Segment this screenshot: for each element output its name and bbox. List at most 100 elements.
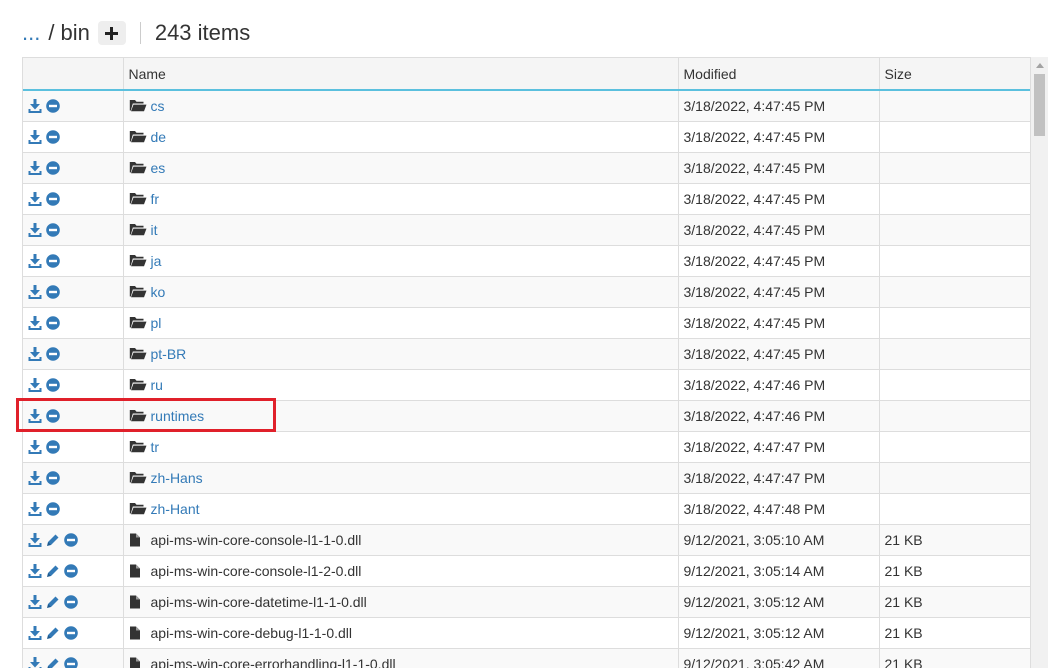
- download-icon: [28, 377, 41, 392]
- row-actions-cell: [23, 120, 123, 152]
- delete-button[interactable]: [45, 408, 60, 423]
- delete-button[interactable]: [45, 439, 60, 454]
- row-name-cell: fr: [122, 182, 678, 214]
- file-name-link[interactable]: api-ms-win-core-errorhandling-l1-1-0.dll: [151, 656, 396, 668]
- folder-name-link[interactable]: runtimes: [151, 408, 205, 424]
- download-button[interactable]: [27, 377, 42, 392]
- modified-column-header[interactable]: Modified: [677, 58, 879, 91]
- download-button[interactable]: [27, 253, 42, 268]
- minus-circle-icon: [45, 98, 60, 113]
- download-button[interactable]: [27, 563, 42, 578]
- delete-button[interactable]: [45, 98, 60, 113]
- download-button[interactable]: [27, 594, 42, 609]
- file-icon: [129, 626, 147, 640]
- folder-name-link[interactable]: cs: [151, 98, 165, 114]
- row-modified-cell: 3/18/2022, 4:47:45 PM: [677, 306, 879, 338]
- minus-circle-icon: [45, 284, 60, 299]
- folder-name-link[interactable]: ru: [151, 377, 163, 393]
- download-icon: [28, 253, 41, 268]
- row-modified-cell: 9/12/2021, 3:05:42 AM: [677, 647, 879, 668]
- add-button[interactable]: [97, 21, 126, 45]
- delete-button[interactable]: [45, 222, 60, 237]
- delete-button[interactable]: [45, 315, 60, 330]
- folder-name-link[interactable]: es: [151, 160, 166, 176]
- edit-button[interactable]: [45, 563, 60, 578]
- delete-button[interactable]: [45, 160, 60, 175]
- size-column-header[interactable]: Size: [878, 58, 1030, 91]
- file-name-link[interactable]: api-ms-win-core-console-l1-1-0.dll: [151, 532, 362, 548]
- file-table: Name Modified Size cs 3/18/2022, 4:47:45 …: [23, 58, 1030, 668]
- delete-button[interactable]: [63, 594, 78, 609]
- file-name-link[interactable]: api-ms-win-core-datetime-l1-1-0.dll: [151, 594, 367, 610]
- delete-button[interactable]: [63, 532, 78, 547]
- folder-open-icon: [129, 471, 147, 485]
- download-button[interactable]: [27, 408, 42, 423]
- file-name-link[interactable]: api-ms-win-core-console-l1-2-0.dll: [151, 563, 362, 579]
- folder-name-link[interactable]: fr: [151, 191, 160, 207]
- edit-button[interactable]: [45, 532, 60, 547]
- folder-name-link[interactable]: de: [151, 129, 167, 145]
- delete-button[interactable]: [45, 253, 60, 268]
- folder-name-link[interactable]: tr: [151, 439, 160, 455]
- name-wrapper: zh-Hant: [129, 501, 673, 517]
- folder-name-link[interactable]: zh-Hans: [151, 470, 203, 486]
- scrollbar-thumb[interactable]: [1034, 74, 1045, 136]
- scroll-up-button[interactable]: [1031, 57, 1048, 74]
- download-button[interactable]: [27, 160, 42, 175]
- folder-name-link[interactable]: it: [151, 222, 158, 238]
- delete-button[interactable]: [63, 625, 78, 640]
- row-actions: [27, 253, 118, 268]
- delete-button[interactable]: [45, 129, 60, 144]
- edit-button[interactable]: [45, 594, 60, 609]
- download-icon: [28, 98, 41, 113]
- edit-button[interactable]: [45, 656, 60, 668]
- row-modified-cell: 9/12/2021, 3:05:10 AM: [677, 523, 879, 555]
- download-button[interactable]: [27, 501, 42, 516]
- name-wrapper: de: [129, 129, 673, 145]
- vertical-scrollbar[interactable]: [1031, 57, 1048, 668]
- breadcrumb-parent-link[interactable]: ...: [22, 20, 40, 46]
- folder-name-link[interactable]: ja: [151, 253, 162, 269]
- folder-name-link[interactable]: ko: [151, 284, 166, 300]
- delete-button[interactable]: [63, 563, 78, 578]
- download-icon: [28, 222, 41, 237]
- row-size-cell: 21 KB: [878, 554, 1030, 586]
- row-actions: [27, 129, 118, 144]
- name-wrapper: ja: [129, 253, 673, 269]
- download-button[interactable]: [27, 98, 42, 113]
- download-button[interactable]: [27, 315, 42, 330]
- folder-name-link[interactable]: pt-BR: [151, 346, 187, 362]
- download-button[interactable]: [27, 346, 42, 361]
- delete-button[interactable]: [45, 377, 60, 392]
- folder-name-link[interactable]: pl: [151, 315, 162, 331]
- edit-button[interactable]: [45, 625, 60, 640]
- folder-name-link[interactable]: zh-Hant: [151, 501, 200, 517]
- download-button[interactable]: [27, 191, 42, 206]
- row-name-cell: pt-BR: [122, 337, 678, 369]
- row-modified-cell: 3/18/2022, 4:47:46 PM: [677, 399, 879, 431]
- row-modified-cell: 3/18/2022, 4:47:47 PM: [677, 430, 879, 462]
- name-column-header[interactable]: Name: [122, 58, 678, 91]
- delete-button[interactable]: [45, 346, 60, 361]
- delete-button[interactable]: [45, 284, 60, 299]
- delete-button[interactable]: [45, 501, 60, 516]
- download-button[interactable]: [27, 625, 42, 640]
- file-name-link[interactable]: api-ms-win-core-debug-l1-1-0.dll: [151, 625, 353, 641]
- download-button[interactable]: [27, 222, 42, 237]
- delete-button[interactable]: [45, 470, 60, 485]
- row-modified-cell: 3/18/2022, 4:47:45 PM: [677, 151, 879, 183]
- download-button[interactable]: [27, 129, 42, 144]
- download-button[interactable]: [27, 284, 42, 299]
- download-button[interactable]: [27, 439, 42, 454]
- row-actions-cell: [23, 182, 123, 214]
- delete-button[interactable]: [63, 656, 78, 668]
- download-button[interactable]: [27, 470, 42, 485]
- row-size-cell: [878, 151, 1030, 183]
- table-row: runtimes 3/18/2022, 4:47:46 PM: [23, 399, 1030, 431]
- download-button[interactable]: [27, 656, 42, 668]
- table-header-row: Name Modified Size: [23, 58, 1030, 91]
- delete-button[interactable]: [45, 191, 60, 206]
- minus-circle-icon: [45, 439, 60, 454]
- row-modified-cell: 3/18/2022, 4:47:45 PM: [677, 244, 879, 276]
- download-button[interactable]: [27, 532, 42, 547]
